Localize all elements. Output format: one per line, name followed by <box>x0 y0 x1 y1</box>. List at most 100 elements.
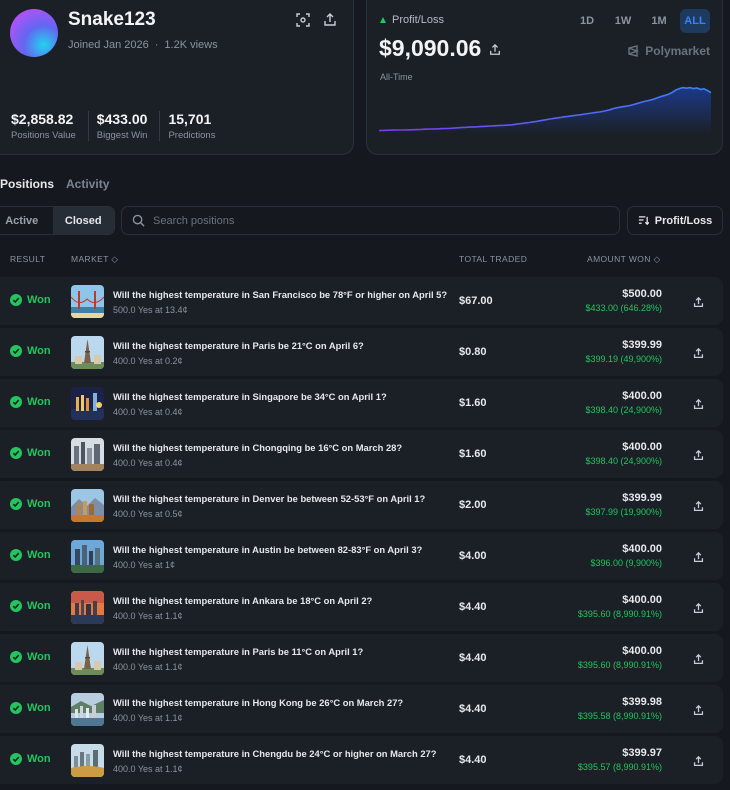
share-icon[interactable] <box>693 754 705 767</box>
tab-activity[interactable]: Activity <box>66 177 109 191</box>
table-row[interactable]: Won Will the highest temperature in Sing… <box>0 379 723 427</box>
check-circle-icon <box>10 294 22 306</box>
filter-closed[interactable]: Closed <box>52 207 114 234</box>
table-row[interactable]: Won Will the highest temperature in Pari… <box>0 634 723 682</box>
won-profit: $398.40 (24,900%) <box>585 456 662 466</box>
up-triangle-icon <box>380 17 386 23</box>
table-row[interactable]: Won Will the highest temperature in Pari… <box>0 328 723 376</box>
share-icon[interactable] <box>693 550 705 563</box>
amount-won: $400.00 $395.60 (8,990.91%) <box>578 594 662 619</box>
header-market[interactable]: MARKET ◇ <box>71 254 118 265</box>
won-profit: $395.57 (8,990.91%) <box>577 762 662 772</box>
header-result: RESULT <box>10 254 46 264</box>
market-title[interactable]: Will the highest temperature in Austin b… <box>113 544 453 555</box>
pnl-amount: $9,090.06 <box>379 35 482 61</box>
market-thumbnail <box>71 336 104 369</box>
share-icon[interactable] <box>693 346 705 359</box>
range-all[interactable]: ALL <box>680 9 710 33</box>
tab-positions[interactable]: Positions <box>0 177 54 191</box>
total-traded: $4.40 <box>459 754 487 766</box>
market-shares: 400.0 Yes at 0.4¢ <box>113 407 183 417</box>
won-profit: $398.40 (24,900%) <box>585 405 662 415</box>
market-title[interactable]: Will the highest temperature in Chongqin… <box>113 442 453 453</box>
username: Snake123 <box>68 9 156 30</box>
profile-card: Snake123 Joined Jan 2026 · 1.2K views $2,8… <box>0 0 354 155</box>
stat-biggest-win: $433.00 Biggest Win <box>97 111 161 141</box>
share-icon[interactable] <box>693 703 705 716</box>
scan-icon[interactable] <box>296 13 312 29</box>
market-title[interactable]: Will the highest temperature in Hong Kon… <box>113 697 453 708</box>
share-icon[interactable] <box>693 448 705 461</box>
table-row[interactable]: Won Will the highest temperature in Aust… <box>0 532 723 580</box>
won-amount: $400.00 <box>622 645 662 657</box>
table-row[interactable]: Won Will the highest temperature in Chen… <box>0 736 723 784</box>
range-selector: 1D 1W 1M ALL <box>572 9 710 33</box>
total-traded: $0.80 <box>459 346 487 358</box>
brand-name: Polymarket <box>645 44 710 58</box>
share-icon[interactable] <box>693 499 705 512</box>
polymarket-brand: Polymarket <box>627 44 710 58</box>
market-title[interactable]: Will the highest temperature in Ankara b… <box>113 595 453 606</box>
search-input[interactable] <box>153 214 553 227</box>
won-amount: $399.99 <box>622 492 662 504</box>
market-shares: 500.0 Yes at 13.4¢ <box>113 305 188 315</box>
market-title[interactable]: Will the highest temperature in Chengdu … <box>113 748 453 759</box>
total-traded: $4.40 <box>459 703 487 715</box>
market-thumbnail <box>71 693 104 726</box>
pnl-chart <box>379 86 711 134</box>
header-won[interactable]: AMOUNT WON ◇ <box>587 254 661 265</box>
won-profit: $395.60 (8,990.91%) <box>577 660 662 670</box>
range-1m[interactable]: 1M <box>644 9 674 33</box>
table-row[interactable]: Won Will the highest temperature in San … <box>0 277 723 325</box>
result-badge: Won <box>10 549 51 561</box>
sort-label: Profit/Loss <box>654 214 713 227</box>
won-amount: $399.98 <box>622 696 662 708</box>
market-title[interactable]: Will the highest temperature in Paris be… <box>113 340 453 351</box>
share-icon[interactable] <box>693 652 705 665</box>
status-toggle: Active Closed <box>0 206 115 235</box>
amount-won: $400.00 $396.00 (9,900%) <box>590 543 662 568</box>
won-profit: $396.00 (9,900%) <box>590 558 662 568</box>
table-row[interactable]: Won Will the highest temperature in Anka… <box>0 583 723 631</box>
result-badge: Won <box>10 651 51 663</box>
total-traded: $4.00 <box>459 550 487 562</box>
result-text: Won <box>27 702 51 714</box>
result-badge: Won <box>10 447 51 459</box>
table-row[interactable]: Won Will the highest temperature in Denv… <box>0 481 723 529</box>
table-row[interactable]: Won Will the highest temperature in Chon… <box>0 430 723 478</box>
header-traded: TOTAL TRADED <box>459 254 528 264</box>
market-title[interactable]: Will the highest temperature in San Fran… <box>113 289 453 300</box>
won-amount: $400.00 <box>622 390 662 402</box>
joined-date: Joined Jan 2026 <box>68 39 149 51</box>
amount-won: $399.99 $397.99 (19,900%) <box>585 492 662 517</box>
header-won-label: AMOUNT WON <box>587 254 651 264</box>
amount-won: $399.98 $395.58 (8,990.91%) <box>578 696 662 721</box>
filter-active[interactable]: Active <box>0 207 53 234</box>
result-text: Won <box>27 447 51 459</box>
pnl-area <box>379 87 711 134</box>
share-icon[interactable] <box>693 601 705 614</box>
share-pnl-icon[interactable] <box>489 35 501 62</box>
market-shares: 400.0 Yes at 0.4¢ <box>113 458 183 468</box>
sort-button[interactable]: Profit/Loss <box>627 206 723 235</box>
share-icon[interactable] <box>693 397 705 410</box>
check-circle-icon <box>10 600 22 612</box>
range-1d[interactable]: 1D <box>572 9 602 33</box>
amount-won: $399.97 $395.57 (8,990.91%) <box>578 747 662 772</box>
won-amount: $399.99 <box>622 339 662 351</box>
table-row[interactable]: Won Will the highest temperature in Hong… <box>0 685 723 733</box>
check-circle-icon <box>10 396 22 408</box>
won-amount: $399.97 <box>622 747 662 759</box>
share-icon[interactable] <box>693 295 705 308</box>
market-title[interactable]: Will the highest temperature in Singapor… <box>113 391 453 402</box>
result-text: Won <box>27 498 51 510</box>
search-icon <box>132 214 145 227</box>
result-badge: Won <box>10 600 51 612</box>
won-amount: $400.00 <box>622 594 662 606</box>
range-1w[interactable]: 1W <box>608 9 638 33</box>
share-icon[interactable] <box>323 13 339 29</box>
market-title[interactable]: Will the highest temperature in Paris be… <box>113 646 453 657</box>
check-circle-icon <box>10 651 22 663</box>
market-shares: 400.0 Yes at 1.1¢ <box>113 662 183 672</box>
market-title[interactable]: Will the highest temperature in Denver b… <box>113 493 453 504</box>
